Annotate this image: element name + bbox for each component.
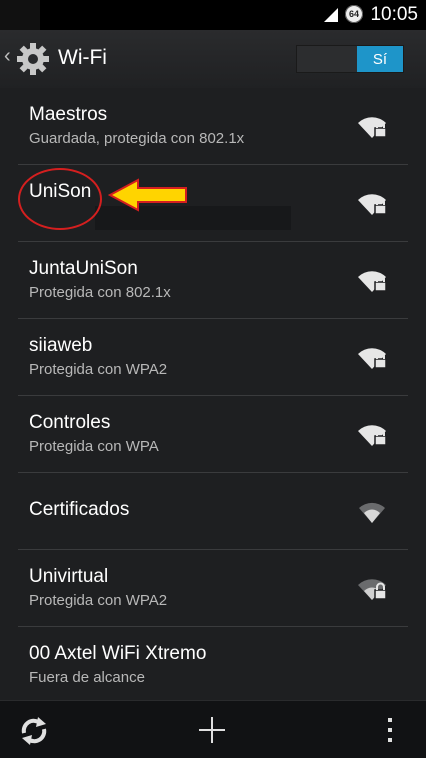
wifi-toggle[interactable]: Sí	[296, 45, 404, 73]
annotation-arrow-icon	[108, 178, 187, 212]
network-name: siiaweb	[29, 335, 93, 356]
refresh-icon[interactable]	[18, 715, 50, 747]
network-status: Fuera de alcance	[29, 669, 145, 686]
status-bar-notification-area	[0, 0, 40, 30]
wifi-locked-icon	[358, 348, 387, 369]
gear-icon[interactable]	[14, 40, 52, 78]
network-name: JuntaUniSon	[29, 258, 138, 279]
network-status: Guardada, protegida con 802.1x	[29, 130, 245, 147]
signal-strength-icon	[324, 8, 338, 22]
battery-badge-icon: 64	[345, 5, 363, 23]
network-status: Protegida con WPA2	[29, 592, 168, 609]
status-time: 10:05	[370, 4, 418, 25]
add-network-icon[interactable]	[197, 715, 227, 745]
action-bar: ‹ Wi-Fi Sí	[0, 30, 426, 88]
more-options-icon[interactable]	[384, 715, 396, 745]
network-name: Univirtual	[29, 566, 109, 587]
network-status: Protegida con WPA2	[29, 361, 168, 378]
network-status: Protegida con WPA	[29, 438, 159, 455]
bottom-action-bar	[0, 700, 426, 758]
wifi-locked-icon	[358, 425, 387, 446]
wifi-toggle-on-label: Sí	[357, 46, 403, 72]
wifi-locked-icon	[358, 271, 387, 292]
network-item-maestros[interactable]: Maestros Guardada, protegida con 802.1x	[18, 88, 408, 165]
network-item-certificados[interactable]: Certificados	[18, 473, 408, 550]
status-bar: 64 10:05	[0, 0, 426, 30]
wifi-open-icon	[359, 502, 385, 523]
wifi-locked-icon	[358, 579, 387, 600]
back-chevron-icon[interactable]: ‹	[4, 46, 11, 66]
wifi-locked-icon	[358, 194, 387, 215]
annotation-circle	[18, 168, 102, 230]
network-item-siiaweb[interactable]: siiaweb Protegida con WPA2	[18, 319, 408, 396]
network-item-axtel[interactable]: 00 Axtel WiFi Xtremo Fuera de alcance	[18, 627, 408, 704]
network-item-juntaunison[interactable]: JuntaUniSon Protegida con 802.1x	[18, 242, 408, 319]
network-item-controles[interactable]: Controles Protegida con WPA	[18, 396, 408, 473]
network-name: Controles	[29, 412, 111, 433]
network-status: Protegida con 802.1x	[29, 284, 171, 301]
network-item-univirtual[interactable]: Univirtual Protegida con WPA2	[18, 550, 408, 627]
network-name: Maestros	[29, 104, 108, 125]
page-title: Wi-Fi	[58, 46, 107, 69]
network-name: 00 Axtel WiFi Xtremo	[29, 643, 207, 664]
network-name: Certificados	[29, 499, 130, 520]
wifi-locked-icon	[358, 117, 387, 138]
